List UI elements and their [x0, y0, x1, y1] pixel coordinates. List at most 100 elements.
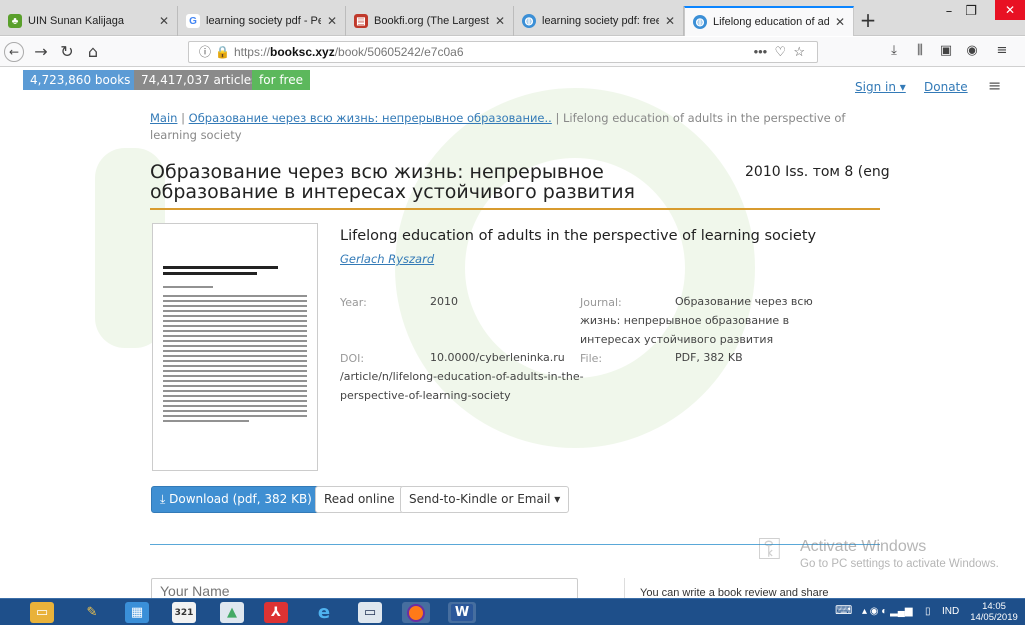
address-bar[interactable]: ⓘ 🔒 https://booksc.xyz/book/50605242/e7c0a… — [188, 41, 818, 63]
tab-lifelong-education[interactable]: ◍ Lifelong education of adults in ✕ — [684, 6, 854, 36]
firefox-icon[interactable] — [402, 602, 430, 623]
cover-text-line — [163, 385, 307, 387]
computer-icon[interactable]: ▭ — [358, 602, 382, 623]
browser-nav-bar: ← → ↻ ⌂ ⓘ 🔒 https://booksc.xyz/book/506052… — [0, 37, 1025, 67]
keyboard-icon[interactable]: ⌨ — [835, 603, 852, 617]
window-close-button[interactable]: ✕ — [995, 0, 1025, 20]
extension-icon[interactable]: ◉ — [962, 43, 982, 58]
tab-bookfi[interactable]: ▤ Bookfi.org (The Largest ebook ✕ — [346, 6, 514, 36]
cover-text-line — [163, 400, 307, 402]
heading-divider — [150, 208, 880, 210]
activate-windows-title: Activate Windows — [800, 538, 927, 555]
sign-in-link[interactable]: Sign in ▾ — [855, 80, 906, 94]
reload-icon[interactable]: ↻ — [56, 42, 78, 62]
menu-icon[interactable]: ≡ — [992, 43, 1012, 58]
globe-icon: ◍ — [693, 15, 707, 29]
cover-text-line — [163, 330, 307, 332]
cover-title-line — [163, 266, 279, 269]
cover-text-line — [163, 305, 307, 307]
cover-text-line — [163, 335, 307, 337]
form-divider — [624, 578, 625, 598]
cover-text-line — [163, 320, 307, 322]
cover-text-line — [163, 375, 307, 377]
breadcrumb-separator: | — [555, 111, 564, 125]
close-tab-icon[interactable]: ✕ — [665, 14, 675, 28]
journal-value[interactable]: Образование через всю жизнь: непрерывное… — [580, 292, 820, 349]
calendar-icon[interactable]: 321 — [172, 602, 196, 623]
bookmark-star-icon[interactable]: ☆ — [793, 44, 805, 59]
cover-text-line — [163, 380, 307, 382]
minimize-icon[interactable]: – — [938, 4, 960, 19]
url-path: /book/50605242/e7c0a6 — [334, 45, 464, 59]
books-count-badge: 4,723,860 books — [23, 70, 138, 90]
info-icon[interactable]: ⓘ — [199, 45, 211, 59]
file-explorer-icon[interactable]: ▭ — [30, 602, 54, 623]
image-viewer-icon[interactable]: ▲ — [220, 602, 244, 623]
pdf-reader-icon[interactable]: ⅄ — [264, 602, 288, 623]
articles-count-badge: 74,417,037 articles — [134, 70, 265, 90]
book-cover-thumbnail[interactable] — [152, 223, 318, 471]
file-label: File: — [580, 352, 603, 365]
tools-icon[interactable]: ✎ — [80, 602, 104, 623]
back-icon[interactable]: ← — [4, 42, 24, 62]
clock[interactable]: 14:05 14/05/2019 — [968, 601, 1020, 623]
activate-windows-watermark: Activate Windows Go to PC settings to ac… — [800, 538, 999, 570]
send-to-kindle-button[interactable]: Send-to-Kindle or Email ▾ — [400, 486, 570, 513]
tab-title: Bookfi.org (The Largest ebook — [374, 15, 489, 27]
new-tab-button[interactable]: + — [857, 8, 879, 32]
url-domain: booksc.xyz — [270, 45, 335, 59]
restore-icon[interactable]: ❐ — [960, 4, 982, 19]
year-label: Year: — [340, 296, 367, 309]
book-title: Lifelong education of adults in the pers… — [340, 228, 817, 244]
cover-text-line — [163, 340, 307, 342]
tab-google-search[interactable]: G learning society pdf - Penelusu ✕ — [178, 6, 346, 36]
bookfi-favicon-icon: ▤ — [354, 14, 368, 28]
cover-text-line — [163, 370, 307, 372]
close-tab-icon[interactable]: ✕ — [835, 15, 845, 29]
breadcrumb-journal-link[interactable]: Образование через всю жизнь: непрерывное… — [189, 111, 552, 125]
sidebar-icon[interactable]: ▣ — [936, 43, 956, 58]
input-language[interactable]: IND — [942, 606, 959, 617]
download-button[interactable]: ⤓ Download (pdf, 382 KB) — [151, 486, 321, 513]
file-value: PDF, 382 KB — [675, 351, 743, 364]
cover-text-line — [163, 415, 307, 417]
site-menu-icon[interactable]: ≡ — [988, 76, 1001, 95]
cover-text-line — [163, 315, 307, 317]
home-icon[interactable]: ⌂ — [82, 42, 104, 62]
cover-text-line — [163, 300, 307, 302]
cover-text-line — [163, 395, 307, 397]
forward-icon[interactable]: → — [30, 42, 52, 62]
cover-text-line — [163, 420, 250, 422]
your-name-input[interactable] — [151, 578, 578, 598]
url-prefix: https:// — [233, 45, 270, 59]
word-icon[interactable]: W — [448, 602, 476, 623]
tab-title: learning society pdf: free down — [542, 15, 659, 27]
journal-title: Образование через всю жизнь: непрерывное… — [150, 161, 635, 203]
close-tab-icon[interactable]: ✕ — [159, 14, 169, 28]
pocket-icon[interactable]: ♡ — [774, 44, 786, 59]
tab-search-results[interactable]: ◍ learning society pdf: free down ✕ — [514, 6, 684, 36]
tray-icons[interactable]: ▴ ◉ ◐ ▂▄▆ — [862, 606, 913, 617]
clock-time: 14:05 — [982, 601, 1006, 612]
calculator-icon[interactable]: ▦ — [125, 602, 149, 623]
review-hint: You can write a book review and share — [640, 587, 829, 598]
author-link[interactable]: Gerlach Ryszard — [340, 252, 434, 266]
cover-text-line — [163, 365, 307, 367]
windows-taskbar: ▭ ✎ ▦ 321 ▲ ⅄ e ▭ W ⌨ ▴ ◉ ◐ ▂▄▆ ▯ IND 14… — [0, 598, 1025, 625]
library-icon[interactable]: ⫼ — [910, 43, 930, 58]
internet-explorer-icon[interactable]: e — [312, 602, 336, 623]
lock-icon[interactable]: 🔒 — [215, 45, 230, 59]
page-actions: ••• ♡ ☆ — [754, 42, 805, 62]
page-actions-icon[interactable]: ••• — [754, 44, 768, 59]
read-online-button[interactable]: Read online — [315, 486, 404, 513]
donate-link[interactable]: Donate — [924, 80, 968, 94]
close-tab-icon[interactable]: ✕ — [495, 14, 505, 28]
close-tab-icon[interactable]: ✕ — [327, 14, 337, 28]
breadcrumb-main-link[interactable]: Main — [150, 111, 177, 125]
tab-title: learning society pdf - Penelusu — [206, 15, 321, 27]
breadcrumb-separator: | — [181, 111, 189, 125]
tab-uin[interactable]: ♣ UIN Sunan Kalijaga ✕ — [0, 6, 178, 36]
battery-icon[interactable]: ▯ — [925, 606, 931, 617]
cover-text-line — [163, 355, 307, 357]
downloads-icon[interactable]: ⤓ — [884, 43, 904, 58]
